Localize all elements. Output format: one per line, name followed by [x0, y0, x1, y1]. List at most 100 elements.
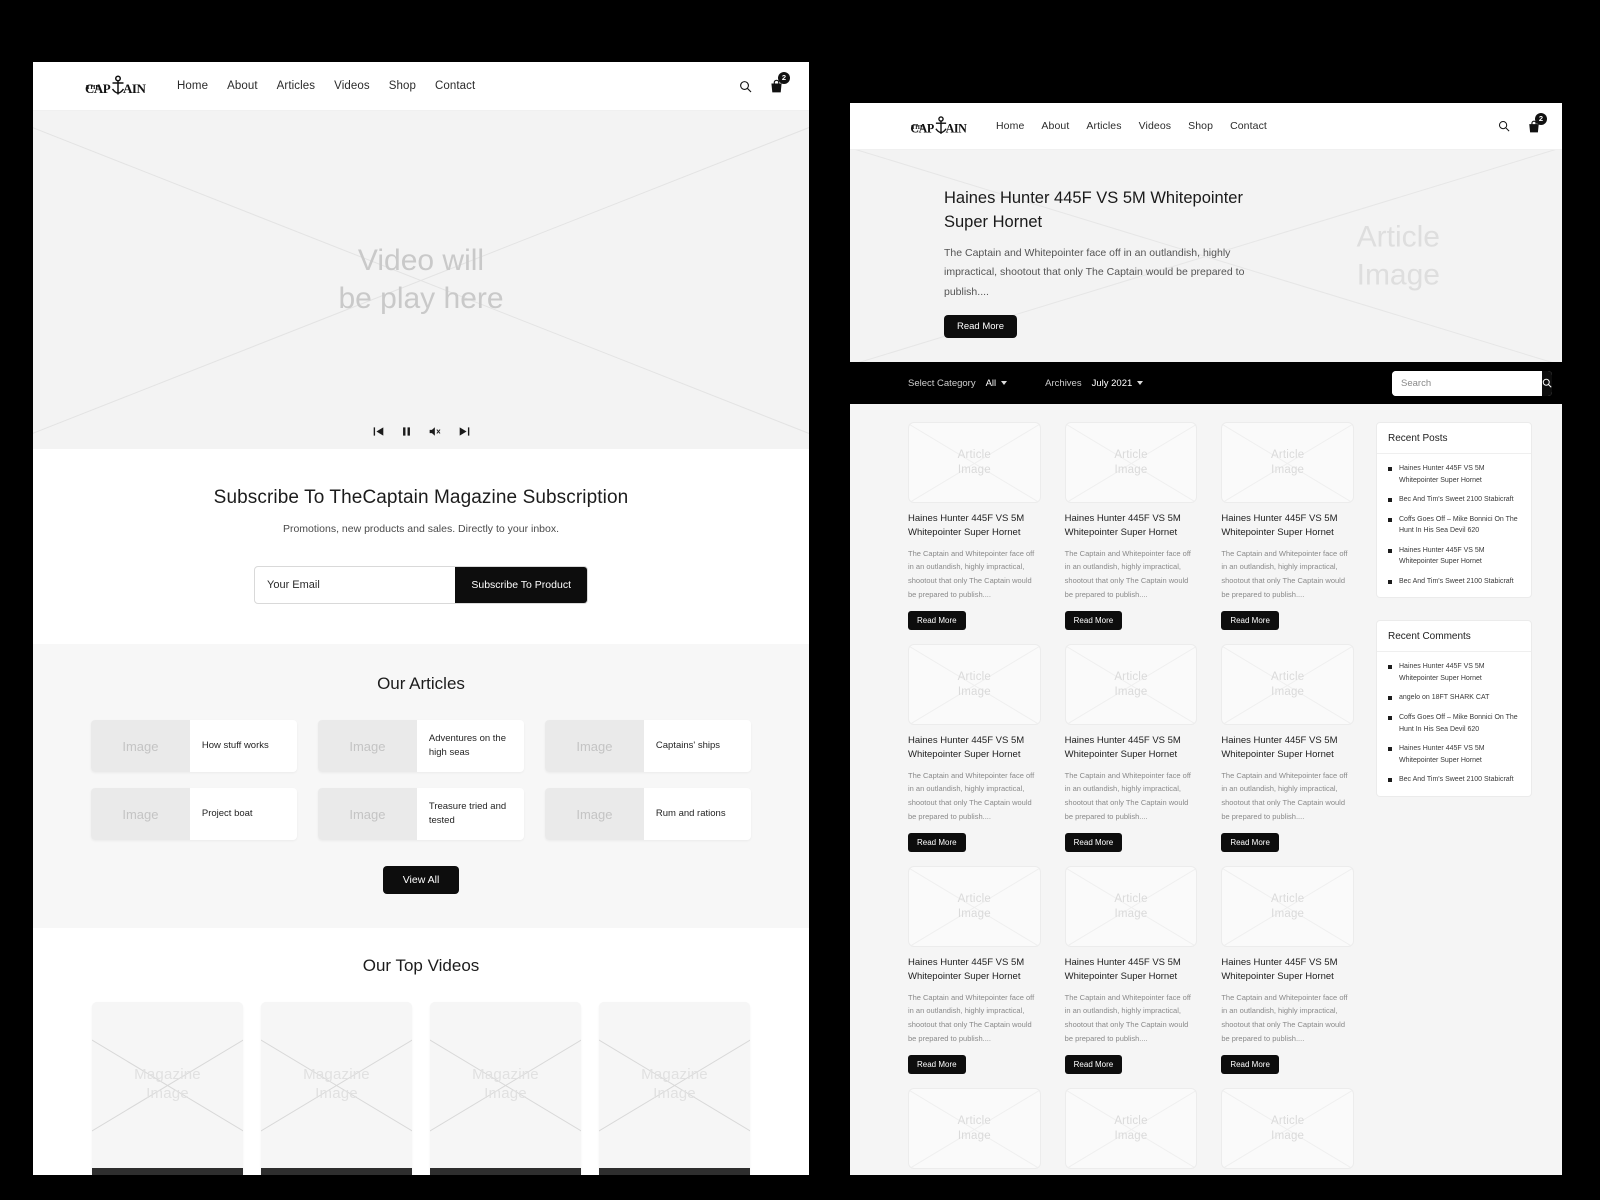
nav-link-home[interactable]: Home — [996, 120, 1024, 132]
archives-select[interactable]: July 2021 — [1092, 378, 1144, 389]
hero-image-placeholder-label: Article Image — [1357, 219, 1440, 294]
read-more-button[interactable]: Read More — [908, 833, 966, 852]
search-input[interactable] — [1392, 370, 1542, 396]
the-captain-logo[interactable]: THE CAP AIN — [85, 72, 151, 100]
thumb-label-line1: Article — [1114, 893, 1148, 906]
pause-icon[interactable] — [401, 426, 412, 437]
article-card[interactable]: Image Rum and rations — [545, 788, 751, 840]
email-field[interactable] — [255, 567, 456, 603]
read-more-button[interactable]: Read More — [1221, 833, 1279, 852]
skip-forward-icon[interactable] — [459, 426, 470, 437]
nav-link-about[interactable]: About — [1041, 120, 1069, 132]
article-thumb: Article Image — [1221, 1088, 1354, 1169]
article-title: Adventures on the high seas — [428, 733, 506, 758]
article-card[interactable]: ArticleImageHaines Hunter 445F VS 5M Whi… — [1221, 422, 1354, 630]
nav-link-videos[interactable]: Videos — [334, 80, 370, 92]
video-card[interactable]: Magazine Image 7 Videos — [599, 1002, 750, 1175]
header-actions: 2 — [1498, 112, 1547, 133]
hero-content: Haines Hunter 445F VS 5M Whitepointer Su… — [850, 150, 1270, 339]
list-item[interactable]: Haines Hunter 445F VS 5M Whitepointer Su… — [1388, 743, 1520, 766]
shopping-bag-icon[interactable]: 2 — [770, 72, 790, 93]
article-card[interactable]: Image How stuff works — [91, 720, 297, 772]
read-more-button[interactable]: Read More — [908, 1055, 966, 1074]
nav-link-articles[interactable]: Articles — [1086, 120, 1121, 132]
category-label: Select Category — [908, 377, 976, 389]
view-all-button[interactable]: View All — [382, 866, 460, 894]
read-more-button[interactable]: Read More — [1221, 611, 1279, 630]
video-card[interactable]: Magazine Image 4 Videos — [92, 1002, 243, 1175]
article-card[interactable]: ArticleImageHaines Hunter 445F VS 5M Whi… — [1064, 422, 1198, 630]
shopping-bag-icon[interactable]: 2 — [1528, 112, 1547, 133]
article-card[interactable]: Image Project boat — [91, 788, 297, 840]
svg-text:CAP: CAP — [910, 122, 934, 136]
hero-video-player[interactable]: Video will be play here — [33, 111, 809, 449]
hero-title: Haines Hunter 445F VS 5M Whitepointer Su… — [944, 189, 1243, 231]
subscribe-button[interactable]: Subscribe To Product — [455, 567, 587, 603]
article-card[interactable]: Image Treasure tried and tested — [318, 788, 524, 840]
article-thumb: Article Image — [908, 866, 1041, 947]
article-card[interactable]: ArticleImageHaines Hunter 445F VS 5M Whi… — [908, 1088, 1041, 1175]
the-captain-logo[interactable]: THE CAP AIN — [910, 113, 972, 139]
article-card[interactable]: ArticleImageHaines Hunter 445F VS 5M Whi… — [908, 644, 1041, 852]
list-item[interactable]: Coffs Goes Off – Mike Bonnici On The Hun… — [1388, 514, 1520, 537]
read-more-button[interactable]: Read More — [1064, 833, 1123, 852]
list-item[interactable]: angelo on 18FT SHARK CAT — [1388, 692, 1520, 704]
subscribe-subtext: Promotions, new products and sales. Dire… — [282, 523, 560, 535]
recent-posts-title: Recent Posts — [1377, 423, 1531, 454]
article-thumb: Image — [545, 720, 644, 772]
article-card[interactable]: ArticleImage Haines Hunter 445F VS 5M Whi… — [1064, 644, 1198, 852]
nav-link-contact[interactable]: Contact — [435, 80, 475, 92]
list-item[interactable]: Haines Hunter 445F VS 5M Whitepointer Su… — [1388, 545, 1520, 568]
read-more-button[interactable]: Read More — [908, 611, 966, 630]
article-thumb: Article Image — [1064, 644, 1198, 725]
article-card[interactable]: ArticleImageHaines Hunter 445F VS 5M Whi… — [1221, 866, 1354, 1074]
list-item[interactable]: Bec And Tim's Sweet 2100 Stabicraft — [1388, 494, 1520, 506]
article-thumb: Article Image — [1064, 866, 1198, 947]
list-item[interactable]: Bec And Tim's Sweet 2100 Stabicraft — [1388, 576, 1520, 588]
list-item[interactable]: Bec And Tim's Sweet 2100 Stabicraft — [1388, 774, 1520, 786]
videos-grid-row1: Magazine Image 4 Videos Magazine Image — [92, 1002, 750, 1175]
search-icon[interactable] — [1498, 120, 1510, 132]
search-icon[interactable] — [739, 80, 752, 93]
read-more-button[interactable]: Read More — [944, 315, 1017, 339]
thumb-label-line2: Image — [1114, 907, 1148, 920]
thumb-label-line1: Article — [1270, 893, 1305, 906]
nav-link-shop[interactable]: Shop — [389, 80, 416, 92]
article-card[interactable]: ArticleImageHaines Hunter 445F VS 5M Whi… — [1221, 1088, 1354, 1175]
article-card[interactable]: ArticleImageHaines Hunter 445F VS 5M Whi… — [908, 866, 1041, 1074]
article-title: Project boat — [201, 808, 253, 820]
video-count: 4 Videos — [92, 1168, 243, 1175]
nav-link-videos[interactable]: Videos — [1139, 120, 1172, 132]
video-card[interactable]: Magazine Image 5 Videos — [430, 1002, 581, 1175]
article-card[interactable]: Image Captains' ships — [545, 720, 751, 772]
nav-link-home[interactable]: Home — [177, 80, 208, 92]
category-select[interactable]: All — [986, 378, 1008, 389]
article-card[interactable]: ArticleImageHaines Hunter 445F VS 5M Whi… — [1064, 1088, 1198, 1175]
thumb-label-line1: Article — [1270, 449, 1305, 462]
mute-icon[interactable] — [429, 426, 442, 437]
nav-link-about[interactable]: About — [227, 80, 258, 92]
read-more-button[interactable]: Read More — [1064, 611, 1123, 630]
read-more-button[interactable]: Read More — [1221, 1055, 1279, 1074]
list-item[interactable]: Coffs Goes Off – Mike Bonnici On The Hun… — [1388, 712, 1520, 735]
nav-link-shop[interactable]: Shop — [1188, 120, 1213, 132]
thumb-label-line2: Image — [146, 1085, 189, 1102]
article-card[interactable]: ArticleImageHaines Hunter 445F VS 5M Whi… — [1064, 866, 1198, 1074]
search-submit-button[interactable] — [1542, 370, 1552, 396]
article-card[interactable]: ArticleImageHaines Hunter 445F VS 5M Whi… — [1221, 644, 1354, 852]
video-placeholder-line1: Video will — [357, 243, 485, 277]
article-card[interactable]: ArticleImageHaines Hunter 445F VS 5M Whi… — [908, 422, 1041, 630]
article-title: Rum and rations — [655, 808, 726, 820]
article-card[interactable]: Image Adventures on the high seas — [318, 720, 524, 772]
nav-link-contact[interactable]: Contact — [1230, 120, 1267, 132]
our-top-videos-section: Our Top Videos Magazine Image 4 Videos — [33, 928, 809, 1175]
article-title: Haines Hunter 445F VS 5M Whitepointer Su… — [1064, 735, 1181, 761]
list-item[interactable]: Haines Hunter 445F VS 5M Whitepointer Su… — [1388, 661, 1520, 684]
skip-back-icon[interactable] — [373, 426, 384, 437]
list-item[interactable]: Haines Hunter 445F VS 5M Whitepointer Su… — [1388, 463, 1520, 486]
read-more-button[interactable]: Read More — [1064, 1055, 1123, 1074]
magazine-thumb: Magazine Image — [261, 1002, 412, 1168]
nav-link-articles[interactable]: Articles — [277, 80, 316, 92]
primary-nav: Home About Articles Videos Shop Contact — [996, 120, 1267, 132]
video-card[interactable]: Magazine Image 6 Videos — [261, 1002, 412, 1175]
